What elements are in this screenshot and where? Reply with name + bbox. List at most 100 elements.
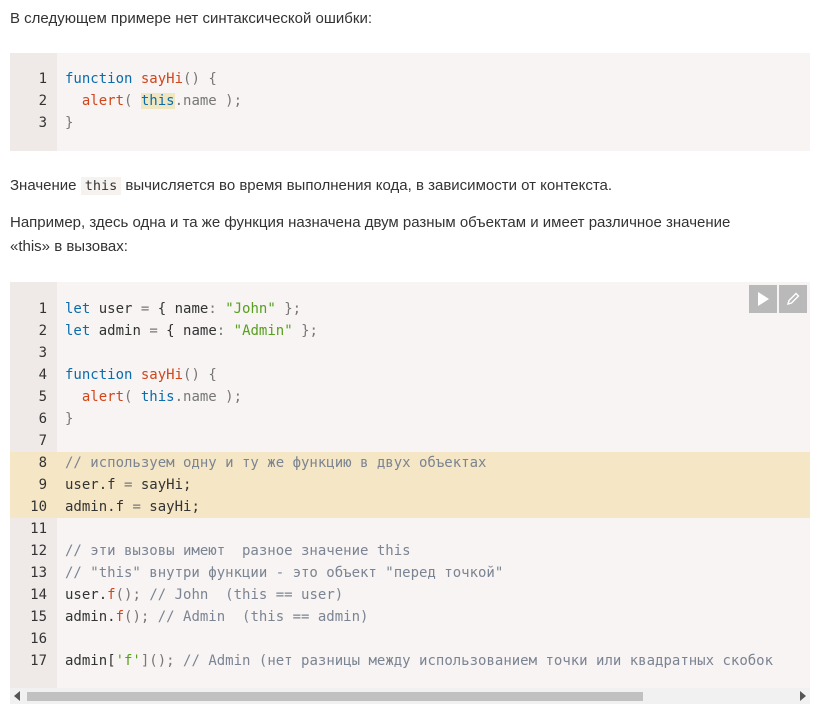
- line-number: 6: [38, 411, 47, 427]
- line-number: 2: [38, 93, 47, 109]
- code-text: }: [65, 408, 73, 430]
- code-token: sayHi: [140, 71, 184, 87]
- scroll-right-arrow-icon[interactable]: [800, 691, 806, 701]
- line-number: 7: [38, 433, 47, 449]
- code-text: alert( this.name );: [65, 90, 242, 112]
- code-token: () {: [183, 367, 217, 383]
- code-text: admin.f = sayHi;: [65, 496, 200, 518]
- code-token: admin: [90, 323, 150, 339]
- paragraph-text: вычисляется во время выполнения кода, в …: [121, 177, 613, 194]
- line-number: 17: [30, 653, 47, 669]
- code-line: 16: [10, 628, 810, 650]
- code-line: 3}: [10, 112, 810, 134]
- line-number: 13: [30, 565, 47, 581]
- code-line: 5 alert( this.name );: [10, 386, 810, 408]
- code-text: user.f(); // John (this == user): [65, 584, 343, 606]
- code-line: 17 admin['f'](); // Admin (нет разницы ме…: [10, 650, 810, 672]
- scrollbar-thumb[interactable]: [27, 692, 643, 701]
- code-text: user.f = sayHi;: [65, 474, 191, 496]
- code-token: function: [65, 367, 133, 383]
- code-block-2: 1 let user = { name: "John" }; 2 let admin …: [10, 282, 810, 688]
- line-number: 12: [30, 543, 47, 559]
- inline-code-this: this: [80, 177, 122, 195]
- code-token: // используем одну и ту же функцию в дву…: [65, 455, 487, 471]
- paragraph-text: Значение: [10, 177, 81, 194]
- code-line: 14 user.f(); // John (this == user): [10, 584, 810, 606]
- line-number: 14: [30, 587, 47, 603]
- code-token: admin.f: [65, 499, 133, 515]
- code-token: user: [90, 301, 141, 317]
- line-number: 16: [30, 631, 47, 647]
- edit-button[interactable]: [779, 285, 807, 313]
- scroll-left-arrow-icon[interactable]: [14, 691, 20, 701]
- code-token: // "this" внутри функции - это объект "п…: [65, 565, 504, 581]
- code-token: sayHi: [140, 367, 184, 383]
- code-token: :: [208, 301, 217, 317]
- code-token: this: [140, 389, 175, 405]
- code-token: }: [65, 115, 74, 131]
- code-text: admin.f(); // Admin (this == admin): [65, 606, 368, 628]
- code-token: 'f': [115, 653, 141, 669]
- line-number: 8: [38, 455, 47, 471]
- line-number: 5: [38, 389, 47, 405]
- line-number: 10: [30, 499, 47, 515]
- code-line: 10 admin.f = sayHi;: [10, 496, 810, 518]
- code-token: ]();: [140, 653, 184, 669]
- line-number: 1: [38, 301, 47, 317]
- this-explanation-paragraph: Значение this вычисляется во время выпол…: [10, 174, 612, 198]
- pencil-icon: [786, 292, 800, 306]
- code-token: function: [65, 71, 133, 87]
- code-line: 8 // используем одну и ту же функцию в дв…: [10, 452, 810, 474]
- code-line: 12 // эти вызовы имеют разное значение th…: [10, 540, 810, 562]
- code-token: let: [65, 301, 91, 317]
- code-line: 15 admin.f(); // Admin (this == admin): [10, 606, 810, 628]
- code-token: "John": [225, 301, 276, 317]
- line-number: 15: [30, 609, 47, 625]
- code-token: =: [149, 323, 158, 339]
- code-token: alert: [81, 93, 125, 109]
- code-token: let: [65, 323, 91, 339]
- code-token: admin.: [65, 609, 116, 625]
- code-block-1: 1 function sayHi() { 2 alert( this.name );…: [10, 53, 810, 151]
- code-token: // эти вызовы имеют разное значение this: [65, 543, 411, 559]
- code-token: "Admin": [233, 323, 293, 339]
- code-token: };: [292, 323, 318, 339]
- code-token: alert: [81, 389, 125, 405]
- intro-paragraph: В следующем примере нет синтаксической о…: [10, 10, 372, 27]
- code-token: user.f: [65, 477, 125, 493]
- code-token: };: [275, 301, 302, 317]
- code-token: { name: [149, 301, 209, 317]
- code-line: 1 let user = { name: "John" };: [10, 298, 810, 320]
- example-paragraph-line-1: Например, здесь одна и та же функция наз…: [10, 214, 731, 231]
- line-number: 4: [38, 367, 47, 383]
- code-token: :: [216, 323, 226, 339]
- code-text: admin['f'](); // Admin (нет разницы межд…: [65, 650, 773, 672]
- code-token: sayHi;: [140, 499, 200, 515]
- code-token: // Admin (нет разницы между использовани…: [183, 653, 774, 669]
- horizontal-scrollbar[interactable]: [10, 688, 810, 704]
- code-line: 3: [10, 342, 810, 364]
- line-number: 9: [38, 477, 47, 493]
- code-token: // Admin (this == admin): [157, 609, 369, 625]
- code-text: let user = { name: "John" };: [65, 298, 301, 320]
- code-token: f: [115, 609, 125, 625]
- code-token: this: [140, 93, 175, 109]
- example-paragraph-line-2: «this» в вызовах:: [10, 238, 128, 255]
- line-number: 1: [38, 71, 47, 87]
- code-line: 13 // "this" внутри функции - это объект …: [10, 562, 810, 584]
- play-icon: [758, 292, 769, 306]
- code-token: ();: [124, 609, 158, 625]
- code-token: =: [132, 499, 141, 515]
- code-token: () {: [183, 71, 217, 87]
- run-button[interactable]: [749, 285, 777, 313]
- code-token: ();: [115, 587, 150, 603]
- code-text: let admin = { name: "Admin" };: [65, 320, 318, 342]
- code-text: // используем одну и ту же функцию в дву…: [65, 452, 486, 474]
- code-text: // эти вызовы имеют разное значение this: [65, 540, 411, 562]
- code-line: 4 function sayHi() {: [10, 364, 810, 386]
- code-text: function sayHi() {: [65, 364, 217, 386]
